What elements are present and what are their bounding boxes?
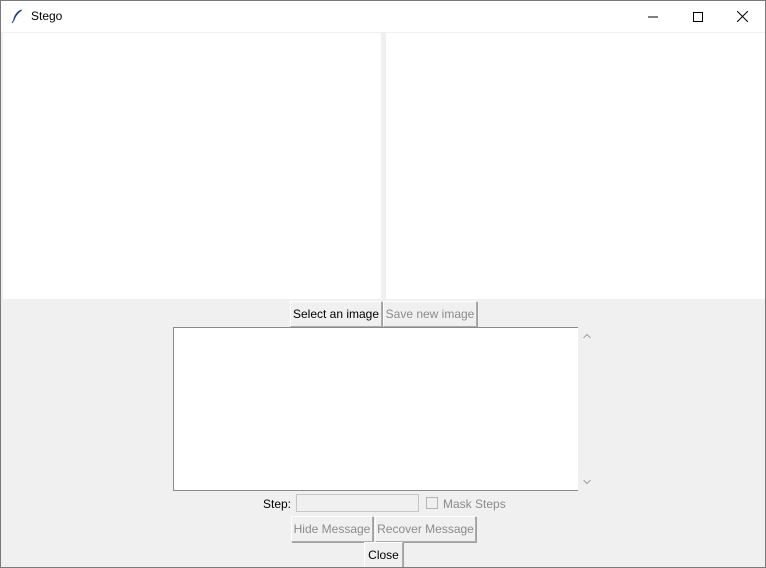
minimize-icon bbox=[647, 16, 658, 17]
step-label: Step: bbox=[263, 497, 292, 511]
hide-message-button[interactable]: Hide Message bbox=[291, 516, 373, 542]
message-scrollbar[interactable] bbox=[578, 327, 595, 491]
maximize-button[interactable] bbox=[675, 1, 720, 32]
new-image-pane bbox=[386, 33, 765, 299]
mask-steps-checkbox[interactable] bbox=[426, 497, 438, 509]
mask-steps-label: Mask Steps bbox=[443, 497, 506, 511]
close-icon bbox=[737, 11, 748, 22]
feather-icon bbox=[9, 8, 25, 24]
save-new-image-button[interactable]: Save new image bbox=[383, 301, 477, 327]
recover-message-button[interactable]: Recover Message bbox=[375, 516, 476, 542]
title-bar[interactable]: Stego bbox=[1, 1, 765, 32]
close-window-button[interactable] bbox=[720, 1, 765, 32]
app-window: Stego Select an image Save new image Ste… bbox=[0, 0, 766, 568]
minimize-button[interactable] bbox=[630, 1, 675, 32]
maximize-icon bbox=[692, 11, 703, 22]
chevron-down-icon[interactable] bbox=[578, 475, 595, 489]
chevron-up-icon[interactable] bbox=[578, 329, 595, 343]
message-textarea[interactable] bbox=[173, 327, 578, 491]
select-image-button[interactable]: Select an image bbox=[290, 301, 382, 327]
original-image-pane bbox=[3, 33, 381, 299]
close-button[interactable]: Close bbox=[364, 542, 403, 567]
window-title: Stego bbox=[31, 9, 63, 23]
step-input[interactable] bbox=[296, 494, 419, 512]
